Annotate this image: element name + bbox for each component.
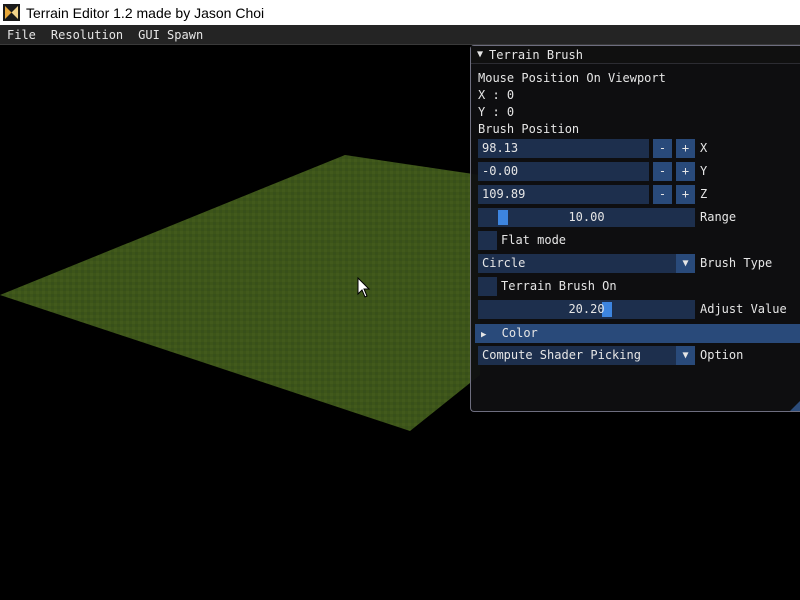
option-combo[interactable]: Compute Shader Picking ▼ [478,346,695,365]
adjust-value-label: Adjust Value [700,302,787,316]
adjust-value-slider[interactable]: 20.20 [478,300,695,319]
dropdown-arrow-icon[interactable]: ▼ [676,254,695,273]
axis-y-label: Y [700,164,708,178]
menu-bar: File Resolution GUI Spawn [0,25,800,45]
axis-x-label: X [700,141,708,155]
title-bar: Terrain Editor 1.2 made by Jason Choi [0,0,800,25]
adjust-value-slider-value: 20.20 [568,302,605,316]
option-label: Option [700,348,744,362]
color-collapsing-header[interactable]: ▶ Color [475,324,800,343]
brush-type-label: Brush Type [700,256,773,270]
collapse-triangle-icon[interactable]: ▼ [477,49,483,60]
brush-type-value: Circle [482,256,526,270]
brush-y-input[interactable]: -0.00 [478,162,649,181]
dropdown-arrow-icon[interactable]: ▼ [676,346,695,365]
brush-y-increment-button[interactable]: + [676,162,695,181]
menu-resolution[interactable]: Resolution [44,25,131,45]
terrain-brush-panel[interactable]: ▼ Terrain Brush Mouse Position On Viewpo… [470,45,800,412]
expand-triangle-icon[interactable]: ▶ [481,330,486,340]
resize-grip-icon[interactable] [790,401,800,411]
mouse-cursor-icon [357,276,371,303]
app-logo-icon [3,4,20,21]
mouse-x-readout: X : 0 [478,88,515,102]
brush-x-decrement-button[interactable]: - [653,139,672,158]
terrain-brush-on-label: Terrain Brush On [501,279,617,293]
menu-gui-spawn[interactable]: GUI Spawn [131,25,211,45]
brush-z-decrement-button[interactable]: - [653,185,672,204]
window-title: Terrain Editor 1.2 made by Jason Choi [26,4,265,21]
range-slider[interactable]: 10.00 [478,208,695,227]
mouse-y-readout: Y : 0 [478,105,515,119]
brush-type-combo[interactable]: Circle ▼ [478,254,695,273]
menu-file[interactable]: File [0,25,44,45]
range-slider-grab[interactable] [498,210,508,225]
panel-header[interactable]: ▼ Terrain Brush [471,46,800,64]
flat-mode-label: Flat mode [501,233,567,247]
range-label: Range [700,210,737,224]
brush-x-increment-button[interactable]: + [676,139,695,158]
terrain-brush-on-checkbox[interactable] [478,277,497,296]
flat-mode-checkbox[interactable] [478,231,497,250]
terrain-mesh [0,155,480,431]
panel-title: Terrain Brush [489,47,583,62]
color-header-label: Color [501,326,538,340]
brush-x-input[interactable]: 98.13 [478,139,649,158]
brush-position-label: Brush Position [478,122,580,136]
mouse-position-label: Mouse Position On Viewport [478,71,666,85]
range-slider-value: 10.00 [568,210,605,224]
brush-z-input[interactable]: 109.89 [478,185,649,204]
option-value: Compute Shader Picking [482,348,641,362]
axis-z-label: Z [700,187,708,201]
brush-z-increment-button[interactable]: + [676,185,695,204]
brush-y-decrement-button[interactable]: - [653,162,672,181]
